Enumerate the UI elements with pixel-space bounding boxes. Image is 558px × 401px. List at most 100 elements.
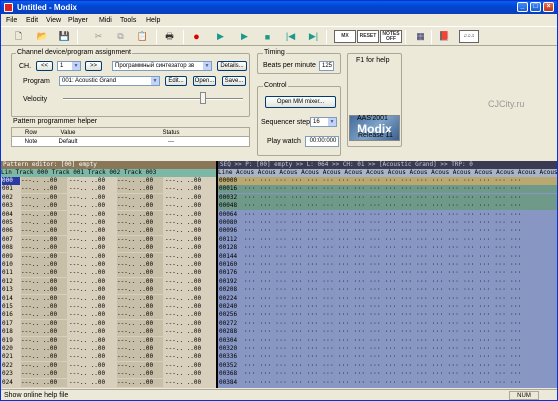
pattern-cell[interactable]: ---.. ..00	[69, 370, 115, 379]
pattern-cell[interactable]: ---.. ..00	[117, 269, 163, 278]
pattern-cell[interactable]: ---.. ..00	[165, 210, 211, 219]
sequencer-cells[interactable]: ··· ··· ··· ··· ··· ··· ··· ··· ··· ··· …	[244, 194, 522, 202]
sequencer-cells[interactable]: ··· ··· ··· ··· ··· ··· ··· ··· ··· ··· …	[244, 379, 522, 387]
details-button[interactable]: Details...	[217, 61, 247, 71]
new-file-icon[interactable]: 🗋	[11, 29, 26, 44]
title-bar[interactable]: Untitled - Modix _ □ ×	[1, 1, 557, 14]
sequencer-cells[interactable]: ··· ··· ··· ··· ··· ··· ··· ··· ··· ··· …	[244, 236, 522, 244]
program-select[interactable]: 001: Acoustic Grand ▼	[59, 76, 160, 86]
pattern-cell[interactable]: ---.. ..00	[165, 361, 211, 370]
channel-select[interactable]: 1 ▼	[57, 61, 81, 71]
pattern-cell[interactable]: ---.. ..00	[117, 328, 163, 337]
pattern-cell[interactable]: ---.. ..00	[165, 177, 211, 185]
pattern-cell[interactable]: ---.. ..00	[69, 235, 115, 244]
pattern-cell[interactable]: ---.. ..00	[21, 185, 67, 194]
sequencer-row[interactable]: 00288 ··· ··· ··· ··· ··· ··· ··· ··· ···…	[218, 328, 557, 336]
pattern-row[interactable]: 003 ---.. ..00 ---.. ..00 ---.. ..00 ---.. .…	[1, 202, 216, 211]
sequencer-cells[interactable]: ··· ··· ··· ··· ··· ··· ··· ··· ··· ··· …	[244, 253, 522, 261]
pattern-cell[interactable]: ---.. ..00	[117, 370, 163, 379]
pattern-row[interactable]: 023 ---.. ..00 ---.. ..00 ---.. ..00 ---.. .…	[1, 370, 216, 379]
pattern-cell[interactable]: ---.. ..00	[69, 177, 115, 185]
sequencer-row[interactable]: 00352 ··· ··· ··· ··· ··· ··· ··· ··· ···…	[218, 362, 557, 370]
sequencer-cells[interactable]: ··· ··· ··· ··· ··· ··· ··· ··· ··· ··· …	[244, 320, 522, 328]
pattern-cell[interactable]: ---.. ..00	[21, 294, 67, 303]
paste-icon[interactable]: 📋	[135, 29, 150, 44]
rewind-icon[interactable]: |◀	[283, 29, 298, 44]
pattern-row[interactable]: 013 ---.. ..00 ---.. ..00 ---.. ..00 ---.. .…	[1, 286, 216, 295]
pattern-cell[interactable]: ---.. ..00	[117, 235, 163, 244]
reset-button[interactable]: RESET	[357, 30, 379, 43]
pattern-row[interactable]: 019 ---.. ..00 ---.. ..00 ---.. ..00 ---.. .…	[1, 336, 216, 345]
sequencer-row[interactable]: 00256 ··· ··· ··· ··· ··· ··· ··· ··· ···…	[218, 311, 557, 319]
pattern-cell[interactable]: ---.. ..00	[69, 261, 115, 269]
pattern-cell[interactable]: ---.. ..00	[21, 303, 67, 311]
open-mixer-button[interactable]: Open MM mixer...	[265, 96, 336, 108]
menu-tools[interactable]: Tools	[120, 16, 136, 25]
settings-icon[interactable]: ▦	[413, 29, 428, 44]
pattern-row[interactable]: 004 ---.. ..00 ---.. ..00 ---.. ..00 ---.. .…	[1, 210, 216, 219]
pattern-cell[interactable]: ---.. ..00	[69, 252, 115, 261]
pattern-cell[interactable]: ---.. ..00	[117, 277, 163, 286]
pattern-cell[interactable]: ---.. ..00	[21, 235, 67, 244]
play-icon[interactable]: ▶	[213, 29, 228, 44]
pattern-cell[interactable]: ---.. ..00	[165, 294, 211, 303]
pattern-row[interactable]: 005 ---.. ..00 ---.. ..00 ---.. ..00 ---.. .…	[1, 219, 216, 227]
pattern-cell[interactable]: ---.. ..00	[117, 294, 163, 303]
pattern-cell[interactable]: ---.. ..00	[69, 219, 115, 227]
pattern-cell[interactable]: ---.. ..00	[69, 210, 115, 219]
sequencer-cells[interactable]: ··· ··· ··· ··· ··· ··· ··· ··· ··· ··· …	[244, 244, 522, 252]
pattern-cell[interactable]: ---.. ..00	[21, 210, 67, 219]
pattern-cell[interactable]: ---.. ..00	[69, 311, 115, 320]
stop-icon[interactable]: ■	[260, 29, 275, 44]
keyboard-button[interactable]: ♫♫♫	[459, 30, 479, 43]
sequencer-row[interactable]: 00320 ··· ··· ··· ··· ··· ··· ··· ··· ···…	[218, 345, 557, 353]
pattern-cell[interactable]: ---.. ..00	[117, 353, 163, 362]
seq-step-select[interactable]: 16 ▼	[310, 117, 337, 127]
sequencer-cells[interactable]: ··· ··· ··· ··· ··· ··· ··· ··· ··· ··· …	[244, 211, 522, 219]
maximize-button[interactable]: □	[530, 2, 541, 12]
pattern-cell[interactable]: ---.. ..00	[165, 303, 211, 311]
sequencer-row[interactable]: 00128 ··· ··· ··· ··· ··· ··· ··· ··· ···…	[218, 244, 557, 252]
sequencer-cells[interactable]: ··· ··· ··· ··· ··· ··· ··· ··· ··· ··· …	[244, 278, 522, 286]
pattern-cell[interactable]: ---.. ..00	[165, 244, 211, 253]
velocity-slider-track[interactable]	[63, 98, 243, 100]
sequencer-cells[interactable]: ··· ··· ··· ··· ··· ··· ··· ··· ··· ··· …	[244, 370, 522, 378]
pattern-cell[interactable]: ---.. ..00	[165, 269, 211, 278]
prev-channel-button[interactable]: <<	[36, 61, 53, 71]
sequencer-row[interactable]: 00144 ··· ··· ··· ··· ··· ··· ··· ··· ···…	[218, 253, 557, 261]
save-icon[interactable]: 💾	[57, 29, 72, 44]
pattern-cell[interactable]: ---.. ..00	[165, 311, 211, 320]
pattern-cell[interactable]: ---.. ..00	[117, 202, 163, 211]
pattern-cell[interactable]: ---.. ..00	[117, 177, 163, 185]
menu-file[interactable]: File	[6, 16, 17, 25]
pattern-row[interactable]: 021 ---.. ..00 ---.. ..00 ---.. ..00 ---.. .…	[1, 353, 216, 362]
sequencer-row[interactable]: 00112 ··· ··· ··· ··· ··· ··· ··· ··· ···…	[218, 236, 557, 244]
sequencer-row[interactable]: 00384 ··· ··· ··· ··· ··· ··· ··· ··· ···…	[218, 379, 557, 387]
sequencer-row[interactable]: 00192 ··· ··· ··· ··· ··· ··· ··· ··· ···…	[218, 278, 557, 286]
pattern-cell[interactable]: ---.. ..00	[21, 261, 67, 269]
sequencer-row[interactable]: 00368 ··· ··· ··· ··· ··· ··· ··· ··· ···…	[218, 370, 557, 378]
pattern-cell[interactable]: ---.. ..00	[21, 193, 67, 202]
menu-player[interactable]: Player	[68, 16, 88, 25]
pattern-cell[interactable]: ---.. ..00	[165, 345, 211, 353]
pattern-cell[interactable]: ---.. ..00	[21, 311, 67, 320]
pattern-row[interactable]: 008 ---.. ..00 ---.. ..00 ---.. ..00 ---.. .…	[1, 244, 216, 253]
play-pattern-icon[interactable]: ▶	[237, 29, 252, 44]
pattern-cell[interactable]: ---.. ..00	[21, 345, 67, 353]
menu-view[interactable]: View	[46, 16, 61, 25]
pattern-row[interactable]: 022 ---.. ..00 ---.. ..00 ---.. ..00 ---.. .…	[1, 361, 216, 370]
pattern-cell[interactable]: ---.. ..00	[21, 328, 67, 337]
sequencer-cells[interactable]: ··· ··· ··· ··· ··· ··· ··· ··· ··· ··· …	[244, 337, 522, 345]
sequencer-cells[interactable]: ··· ··· ··· ··· ··· ··· ··· ··· ··· ··· …	[244, 185, 522, 193]
copy-icon[interactable]: ⧉	[113, 29, 128, 44]
pattern-cell[interactable]: ---.. ..00	[117, 361, 163, 370]
sequencer-cells[interactable]: ··· ··· ··· ··· ··· ··· ··· ··· ··· ··· …	[244, 261, 522, 269]
cut-icon[interactable]: ✂	[91, 29, 106, 44]
pattern-cell[interactable]: ---.. ..00	[165, 235, 211, 244]
pattern-row[interactable]: 016 ---.. ..00 ---.. ..00 ---.. ..00 ---.. .…	[1, 311, 216, 320]
sequencer-row[interactable]: 00080 ··· ··· ··· ··· ··· ··· ··· ··· ···…	[218, 219, 557, 227]
pattern-cell[interactable]: ---.. ..00	[117, 185, 163, 194]
sequencer-cells[interactable]: ··· ··· ··· ··· ··· ··· ··· ··· ··· ··· …	[244, 311, 522, 319]
notes-off-button[interactable]: NOTES OFF	[380, 30, 402, 43]
sequencer-cells[interactable]: ··· ··· ··· ··· ··· ··· ··· ··· ··· ··· …	[244, 345, 522, 353]
